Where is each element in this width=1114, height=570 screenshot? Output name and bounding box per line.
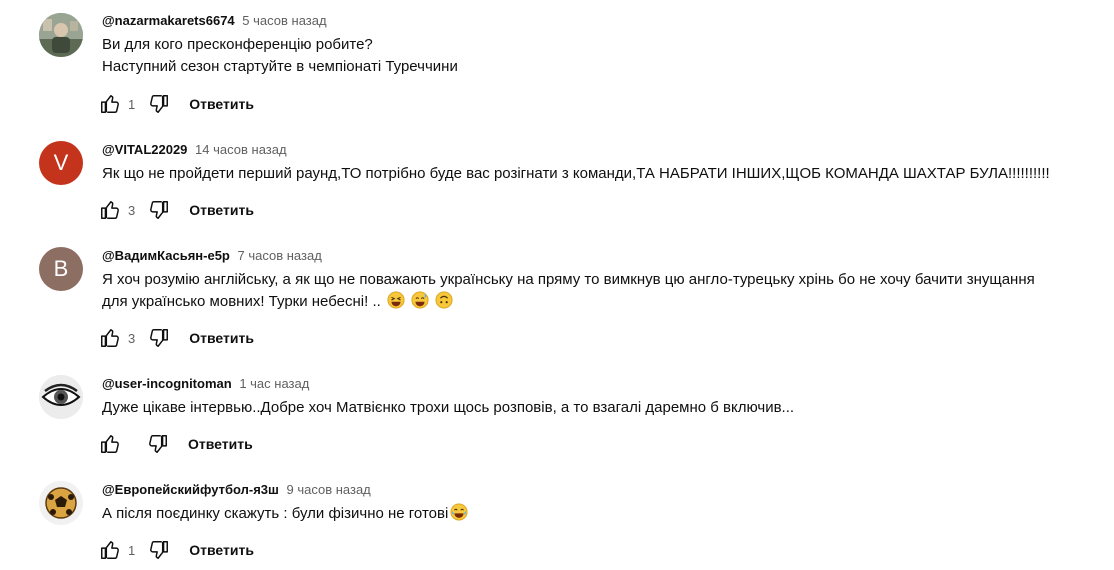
thumbs-down-icon[interactable] xyxy=(147,92,171,116)
comment-author[interactable]: @VITAL22029 xyxy=(102,142,187,157)
comment-text-segment: А після поєдинку скажуть : були фізично … xyxy=(102,505,449,522)
comment-time[interactable]: 1 час назад xyxy=(239,376,309,391)
comment-text-line: Наступний сезон стартуйте в чемпіонаті Т… xyxy=(102,58,458,75)
comment-actions: Ответить xyxy=(98,432,253,456)
comment-text-line-with-emoji: А після поєдинку скажуть : були фізично … xyxy=(102,503,1106,525)
comment-text-line: Дуже цікаве інтервью..Добре хоч Матвієнк… xyxy=(102,399,795,416)
reply-button[interactable]: Ответить xyxy=(188,436,253,452)
comment-text-line-with-emoji: для українсько мовних! Турки небесні! .. xyxy=(102,291,1106,313)
comment-time[interactable]: 9 часов назад xyxy=(286,482,370,497)
football-icon xyxy=(39,481,83,525)
reply-button[interactable]: Ответить xyxy=(189,202,254,218)
avatar-letter: V xyxy=(53,150,69,175)
avatar[interactable]: B xyxy=(39,247,83,291)
upside-down-face-emoji xyxy=(435,291,453,309)
avatar-letter: B xyxy=(53,256,69,281)
comment-actions: 1 Ответить xyxy=(98,92,254,116)
comment-time[interactable]: 14 часов назад xyxy=(195,142,287,157)
comment-text-segment: для українсько мовних! Турки небесні! .. xyxy=(102,293,381,310)
thumbs-up-icon[interactable] xyxy=(98,326,122,350)
thumbs-down-icon[interactable] xyxy=(146,432,170,456)
comment-text-line: Ви для кого пресконференцію робите? xyxy=(102,36,373,53)
sweat-smile-emoji xyxy=(411,291,429,309)
comment-time[interactable]: 5 часов назад xyxy=(242,13,326,28)
thumbs-down-icon[interactable] xyxy=(147,326,171,350)
avatar[interactable] xyxy=(39,375,83,419)
thumbs-up-icon[interactable] xyxy=(98,92,122,116)
thumbs-down-icon[interactable] xyxy=(147,538,171,562)
thumbs-up-icon[interactable] xyxy=(98,538,122,562)
comment-actions: 3 Ответить xyxy=(98,198,254,222)
reply-button[interactable]: Ответить xyxy=(189,330,254,346)
comment-time[interactable]: 7 часов назад xyxy=(238,248,322,263)
comment-text: Дуже цікаве інтервью..Добре хоч Матвієнк… xyxy=(102,397,1106,419)
comment-author[interactable]: @Европейскийфутбол-я3ш xyxy=(102,482,279,497)
comment-text-line: Я хоч розумію англійську, а як що не пов… xyxy=(102,271,1035,288)
comment-author[interactable]: @ВадимКасьян-е5р xyxy=(102,248,230,263)
comment-author[interactable]: @user-incognitoman xyxy=(102,376,232,391)
eye-icon xyxy=(39,375,83,419)
tears-of-joy-emoji xyxy=(450,503,468,521)
laughing-emoji xyxy=(387,291,405,309)
like-count: 1 xyxy=(128,96,136,112)
avatar-photo-icon xyxy=(39,13,83,57)
like-count: 3 xyxy=(128,202,136,218)
comment-actions: 3 Ответить xyxy=(98,326,254,350)
like-count: 1 xyxy=(128,542,136,558)
comment-author[interactable]: @nazarmakarets6674 xyxy=(102,13,235,28)
thumbs-up-icon[interactable] xyxy=(98,198,122,222)
comment-text: А після поєдинку скажуть : були фізично … xyxy=(102,503,1106,525)
comment-text: Як що не пройдети перший раунд,ТО потріб… xyxy=(102,163,1106,185)
thumbs-down-icon[interactable] xyxy=(147,198,171,222)
comment-text-line: Як що не пройдети перший раунд,ТО потріб… xyxy=(102,165,1050,182)
comment-text: Ви для кого пресконференцію робите? Наст… xyxy=(102,34,1106,78)
comments-section: @nazarmakarets6674 5 часов назад Ви для … xyxy=(0,0,1114,570)
comment-actions: 1 Ответить xyxy=(98,538,254,562)
reply-button[interactable]: Ответить xyxy=(189,96,254,112)
like-count: 3 xyxy=(128,330,136,346)
comment-text: Я хоч розумію англійську, а як що не пов… xyxy=(102,269,1106,313)
thumbs-up-icon[interactable] xyxy=(98,432,122,456)
avatar[interactable] xyxy=(39,481,83,525)
avatar[interactable] xyxy=(39,13,83,57)
reply-button[interactable]: Ответить xyxy=(189,542,254,558)
avatar[interactable]: V xyxy=(39,141,83,185)
